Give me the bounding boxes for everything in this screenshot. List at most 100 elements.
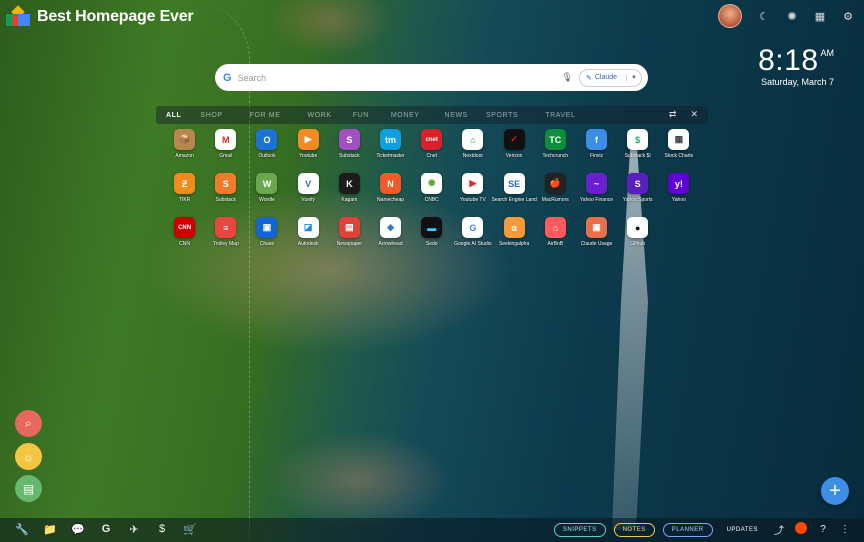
app-label: Google AI Studio	[454, 241, 492, 247]
app-icon: tm	[380, 129, 402, 150]
folder-icon[interactable]: 📁	[43, 523, 57, 536]
app-tile[interactable]: α Seekingalpha	[494, 217, 535, 247]
more-vertical-icon[interactable]: ⋮	[838, 524, 852, 535]
planner-button[interactable]: PLANNER	[662, 522, 713, 537]
bug-icon[interactable]: ✺	[786, 10, 798, 23]
app-icon: S	[627, 173, 649, 194]
app-tile[interactable]: G Google AI Studio	[452, 217, 493, 247]
app-tile[interactable]: M Gmail	[205, 129, 246, 159]
app-tile[interactable]: S Substack	[205, 173, 246, 203]
app-tile[interactable]: S Substack	[329, 129, 370, 159]
tab-all[interactable]: ALL	[166, 112, 181, 119]
avatar[interactable]	[718, 4, 742, 28]
clock-date: Saturday, March 7	[761, 77, 834, 87]
app-icon: ~	[585, 173, 607, 194]
app-tile[interactable]: ● Github	[617, 217, 658, 247]
app-tile[interactable]: $ Substack $I	[617, 129, 658, 159]
claude-label: Claude	[594, 74, 618, 81]
add-button[interactable]: +	[821, 477, 849, 505]
app-tile[interactable]: ~ Yahoo Finance	[576, 173, 617, 203]
app-tile[interactable]: SE Search Engine Land	[491, 173, 537, 203]
clock-ampm: AM	[820, 48, 835, 58]
tab-fun[interactable]: FUN	[353, 112, 369, 119]
app-tile[interactable]: Ƶ TIKR	[164, 173, 205, 203]
brand[interactable]: Best Homepage Ever	[6, 5, 194, 28]
app-tile[interactable]: tm Ticketmaster	[370, 129, 411, 159]
app-tile[interactable]: ▣ Claude Usage	[576, 217, 617, 247]
app-icon: f	[585, 129, 607, 150]
app-label: Vueify	[301, 197, 316, 203]
gear-icon[interactable]: ⚙	[842, 10, 854, 23]
app-label: Youtube	[299, 153, 318, 159]
app-icon: TC	[544, 129, 566, 150]
app-icon: K	[338, 173, 360, 194]
tab-travel[interactable]: TRAVEL	[545, 112, 575, 119]
notes-button[interactable]: NOTES	[613, 522, 655, 537]
airplane-icon[interactable]: ✈	[127, 523, 141, 536]
app-tile[interactable]: 📦 Amazon	[164, 129, 205, 159]
app-tile[interactable]: CNN CNN	[164, 217, 205, 247]
google-icon[interactable]: G	[99, 523, 113, 536]
app-label: Outlook	[258, 153, 276, 159]
app-tile[interactable]: ▶ Youtube	[288, 129, 329, 159]
search-input[interactable]	[237, 72, 562, 83]
tab-shop[interactable]: SHOP	[200, 112, 222, 119]
app-tile[interactable]: ≡ Trolley Map	[205, 217, 246, 247]
app-tile[interactable]: 🍎 MacRumors	[535, 173, 576, 203]
app-tile[interactable]: O Outlook	[246, 129, 287, 159]
app-tile[interactable]: ◪ Autodesk	[288, 217, 329, 247]
reddit-icon[interactable]	[794, 522, 808, 537]
sun-icon[interactable]: ☼	[15, 443, 42, 470]
chevron-down-icon[interactable]: ▼	[626, 74, 637, 81]
app-label: Yahoo	[671, 197, 686, 203]
app-icon: ▶	[462, 173, 484, 194]
map-search-icon[interactable]: ⌕	[15, 410, 42, 437]
app-label: Techcrunch	[542, 153, 569, 159]
clock: 8:18 AM Saturday, March 7	[758, 44, 834, 87]
mic-icon[interactable]: 🎙	[562, 72, 573, 83]
app-tile[interactable]: N Namecheap	[370, 173, 411, 203]
chat-icon[interactable]: 💬	[71, 523, 85, 536]
app-tile[interactable]: ✺ CNBC	[411, 173, 452, 203]
app-tile[interactable]: ▬ Sedo	[411, 217, 452, 247]
app-label: Gmail	[219, 153, 233, 159]
tab-money[interactable]: MONEY	[391, 112, 420, 119]
app-tile[interactable]: W Wordle	[246, 173, 287, 203]
snippets-button[interactable]: SNIPPETS	[553, 522, 606, 537]
tab-for-me[interactable]: FOR ME	[250, 112, 281, 119]
claude-button[interactable]: ✎ Claude ▼	[578, 68, 642, 87]
app-tile[interactable]: cnet Cnet	[411, 129, 452, 159]
magic-wand-off-icon[interactable]: ✕	[690, 109, 698, 120]
help-icon[interactable]: ?	[816, 524, 830, 535]
app-tile[interactable]: ▶ Youtube TV	[452, 173, 493, 203]
app-tile[interactable]: y! Yahoo	[658, 173, 699, 203]
app-tile[interactable]: TC Techcrunch	[535, 129, 576, 159]
cart-icon[interactable]: 🛒	[183, 523, 197, 536]
app-tile[interactable]: V Vueify	[288, 173, 329, 203]
upload-icon[interactable]: ⤴	[772, 522, 786, 537]
newspaper-icon[interactable]: ▤	[15, 475, 42, 502]
wrench-icon[interactable]: 🔧	[15, 523, 29, 536]
tab-work[interactable]: WORK	[308, 112, 332, 119]
app-tile[interactable]: f Finviz	[576, 129, 617, 159]
app-tile[interactable]: K Kagam	[329, 173, 370, 203]
app-label: Youtube TV	[459, 197, 486, 203]
app-tile[interactable]: ⌂ Nextdoor	[452, 129, 493, 159]
app-tile[interactable]: ◆ Arrowhead	[370, 217, 411, 247]
app-tile[interactable]: ▤ Newspaper	[329, 217, 370, 247]
moon-icon[interactable]: ☾	[758, 10, 770, 23]
app-tile[interactable]: ⌂ AirBnB	[535, 217, 576, 247]
clock-time: 8:18	[758, 44, 819, 77]
tab-sports[interactable]: SPORTS	[486, 112, 518, 119]
calendar-icon[interactable]: ▦	[814, 10, 826, 23]
app-label: Seekingalpha	[498, 241, 530, 247]
app-icon: α	[503, 217, 525, 238]
tab-news[interactable]: NEWS	[445, 112, 468, 119]
app-tile[interactable]: ▦ Stock Charts	[658, 129, 699, 159]
updates-button[interactable]: UPDATES	[727, 527, 758, 533]
dollar-icon[interactable]: $	[155, 523, 169, 536]
app-tile[interactable]: ✓ Verizon	[494, 129, 535, 159]
app-tile[interactable]: ▣ Chase	[246, 217, 287, 247]
swap-icon[interactable]: ⇄	[669, 109, 677, 120]
app-tile[interactable]: S Yahoo Sports	[617, 173, 658, 203]
